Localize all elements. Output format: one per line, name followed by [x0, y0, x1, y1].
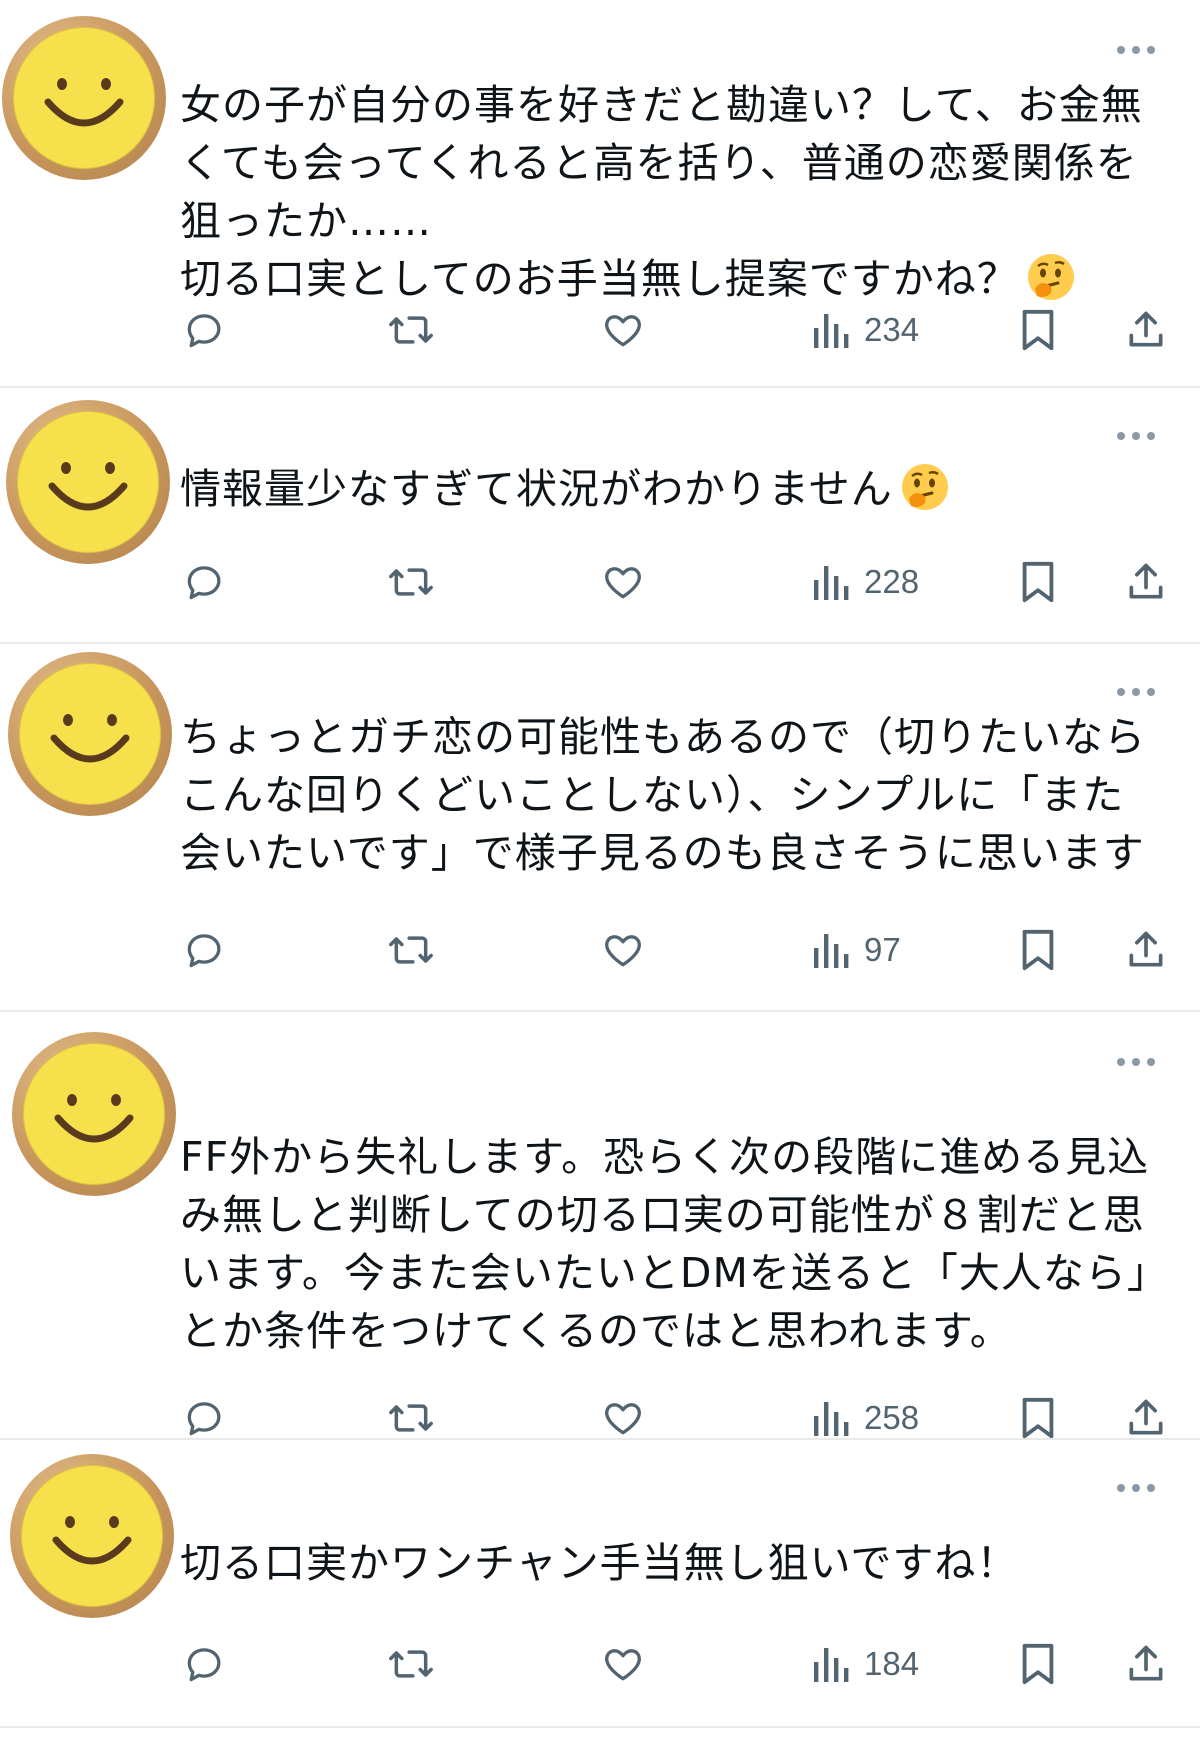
share-button[interactable]: [1124, 1634, 1168, 1694]
share-button[interactable]: [1124, 920, 1168, 980]
thinking-face-icon: [899, 461, 951, 513]
action-bar: 184: [0, 1634, 1200, 1694]
reply-item[interactable]: ちょっとガチ恋の可能性もあるので（切りたいなら こんな回りくどいことしない）、シ…: [0, 644, 1200, 1012]
more-dots-icon[interactable]: [1116, 1056, 1156, 1068]
repost-button[interactable]: [386, 1634, 436, 1694]
views-button[interactable]: 258: [812, 1388, 919, 1448]
bookmark-icon: [1022, 1397, 1054, 1439]
avatar[interactable]: [10, 1454, 174, 1618]
like-icon: [605, 315, 641, 347]
share-icon: [1129, 1645, 1163, 1681]
reply-button[interactable]: [182, 552, 226, 612]
bookmark-icon: [1022, 929, 1054, 971]
action-bar: 228: [0, 552, 1200, 612]
repost-button[interactable]: [386, 552, 436, 612]
more-dots-icon[interactable]: [1116, 44, 1156, 56]
like-button[interactable]: [600, 300, 646, 360]
view-count: 97: [864, 931, 901, 968]
share-icon: [1129, 1399, 1163, 1435]
like-icon: [605, 567, 641, 599]
bookmark-icon: [1022, 1643, 1054, 1685]
views-button[interactable]: 234: [812, 300, 919, 360]
views-button[interactable]: 184: [812, 1634, 919, 1694]
bookmark-button[interactable]: [1018, 1634, 1058, 1694]
like-button[interactable]: [600, 920, 646, 980]
reply-icon: [187, 934, 221, 968]
repost-button[interactable]: [386, 300, 436, 360]
share-button[interactable]: [1124, 300, 1168, 360]
repost-button[interactable]: [386, 1388, 436, 1448]
share-icon: [1129, 563, 1163, 599]
smiley-face-icon: [44, 78, 124, 127]
reply-item[interactable]: 女の子が自分の事を好きだと勘違い？して、お金無 くても会ってくれると高を括り、普…: [0, 0, 1200, 388]
action-bar: 234: [0, 300, 1200, 360]
reply-item[interactable]: 情報量少なすぎて状況がわかりません 228: [0, 388, 1200, 644]
share-button[interactable]: [1124, 1388, 1168, 1448]
avatar[interactable]: [12, 1032, 176, 1196]
action-bar: 97: [0, 920, 1200, 980]
smiley-face-icon: [52, 1516, 132, 1565]
bookmark-button[interactable]: [1018, 552, 1058, 612]
like-button[interactable]: [600, 1634, 646, 1694]
reply-text: FF外から失礼します。恐らく次の段階に進める見込 み無しと判断しての切る口実の可…: [180, 1133, 1169, 1355]
avatar[interactable]: [8, 652, 172, 816]
repost-button[interactable]: [386, 920, 436, 980]
action-bar: 258: [0, 1388, 1200, 1448]
views-icon: [814, 934, 849, 968]
like-icon: [605, 1649, 641, 1681]
like-button[interactable]: [600, 1388, 646, 1448]
reply-button[interactable]: [182, 920, 226, 980]
smiley-face-icon: [50, 714, 130, 763]
reply-icon: [187, 1648, 221, 1682]
reply-button[interactable]: [182, 300, 226, 360]
more-dots-icon[interactable]: [1116, 686, 1156, 698]
share-button[interactable]: [1124, 552, 1168, 612]
reply-button[interactable]: [182, 1388, 226, 1448]
like-icon: [605, 1403, 641, 1435]
repost-icon: [389, 1404, 433, 1432]
share-icon: [1129, 931, 1163, 967]
view-count: 234: [864, 311, 920, 348]
views-icon: [814, 1402, 849, 1436]
view-count: 184: [864, 1645, 920, 1682]
like-button[interactable]: [600, 552, 646, 612]
views-icon: [814, 1648, 849, 1682]
bookmark-button[interactable]: [1018, 300, 1058, 360]
share-icon: [1129, 311, 1163, 347]
avatar[interactable]: [2, 16, 166, 180]
reply-text: 切る口実かワンチャン手当無し狙いですね！: [180, 1539, 1019, 1587]
bookmark-icon: [1022, 309, 1054, 351]
reply-icon: [187, 566, 221, 600]
thinking-face-icon: [1025, 251, 1077, 303]
reply-text: 女の子が自分の事を好きだと勘違い？して、お金無 くても会ってくれると高を括り、普…: [180, 81, 1143, 303]
reply-text: ちょっとガチ恋の可能性もあるので（切りたいなら こんな回りくどいことしない）、シ…: [180, 713, 1146, 877]
more-dots-icon[interactable]: [1116, 1482, 1156, 1494]
more-dots-icon[interactable]: [1116, 430, 1156, 442]
views-icon: [814, 566, 849, 600]
reply-item[interactable]: FF外から失礼します。恐らく次の段階に進める見込 み無しと判断しての切る口実の可…: [0, 1012, 1200, 1440]
view-count: 228: [864, 563, 920, 600]
views-button[interactable]: 97: [812, 920, 901, 980]
bookmark-button[interactable]: [1018, 920, 1058, 980]
smiley-face-icon: [48, 462, 128, 511]
like-icon: [605, 935, 641, 967]
views-icon: [814, 314, 849, 348]
bookmark-icon: [1022, 561, 1054, 603]
reply-button[interactable]: [182, 1634, 226, 1694]
view-count: 258: [864, 1399, 920, 1436]
repost-icon: [389, 1650, 433, 1678]
avatar[interactable]: [6, 400, 170, 564]
reply-icon: [187, 314, 221, 348]
views-button[interactable]: 228: [812, 552, 919, 612]
smiley-face-icon: [54, 1094, 134, 1143]
reply-text: 情報量少なすぎて状況がわかりません: [180, 460, 1170, 518]
bookmark-button[interactable]: [1018, 1388, 1058, 1448]
repost-icon: [389, 316, 433, 344]
repost-icon: [389, 936, 433, 964]
reply-feed: 女の子が自分の事を好きだと勘違い？して、お金無 くても会ってくれると高を括り、普…: [0, 0, 1200, 1737]
reply-icon: [187, 1402, 221, 1436]
repost-icon: [389, 568, 433, 596]
reply-item[interactable]: 切る口実かワンチャン手当無し狙いですね！ 184: [0, 1440, 1200, 1728]
